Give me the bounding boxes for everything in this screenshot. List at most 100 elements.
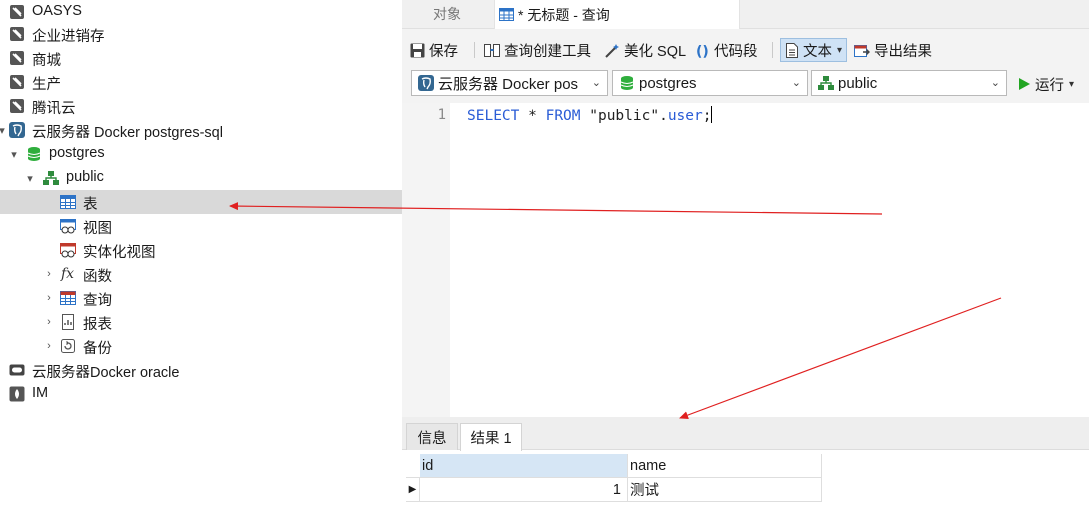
document-icon bbox=[786, 42, 798, 58]
server-icon bbox=[9, 26, 25, 42]
tree-item-mall[interactable]: 商城 bbox=[0, 46, 402, 70]
server-icon bbox=[9, 98, 25, 114]
run-button[interactable]: 运行 ▾ bbox=[1018, 72, 1074, 96]
chevron-right-icon[interactable]: › bbox=[43, 268, 55, 280]
table-cell[interactable]: 1 bbox=[420, 478, 628, 502]
tree-item-label: 实体化视图 bbox=[83, 245, 156, 261]
row-header-corner bbox=[406, 454, 420, 478]
chevron-down-icon: ⌄ bbox=[791, 77, 801, 89]
tree-item-tables[interactable]: 表 bbox=[0, 190, 402, 214]
sql-line[interactable]: SELECT * FROM "public".user; bbox=[467, 106, 713, 124]
chevron-right-icon[interactable]: › bbox=[43, 316, 55, 328]
export-icon bbox=[854, 44, 870, 57]
save-icon bbox=[410, 43, 425, 57]
code-snippet-icon: () bbox=[696, 44, 709, 58]
chevron-right-icon[interactable]: › bbox=[43, 340, 55, 352]
query-builder-button[interactable]: 查询创建工具 bbox=[484, 38, 591, 62]
schema-value: public bbox=[838, 74, 878, 92]
query-icon bbox=[60, 290, 76, 306]
tree-item-label: 备份 bbox=[83, 341, 112, 357]
result-panel: 信息 结果 1 id name ▶ 1 测试 bbox=[402, 417, 1089, 513]
materialized-view-icon bbox=[60, 242, 76, 258]
connection-value: 云服务器 Docker pos bbox=[438, 75, 579, 93]
tree-item-backups[interactable]: › 备份 bbox=[0, 334, 402, 358]
postgres-icon bbox=[9, 122, 25, 138]
schema-select[interactable]: public ⌄ bbox=[811, 70, 1007, 96]
play-icon bbox=[1019, 78, 1030, 90]
tab-untitled-query[interactable]: * 无标题 - 查询 bbox=[494, 0, 740, 29]
connection-select[interactable]: 云服务器 Docker pos ⌄ bbox=[411, 70, 608, 96]
tree-item-queries[interactable]: › 查询 bbox=[0, 286, 402, 310]
export-result-button[interactable]: 导出结果 bbox=[854, 38, 932, 62]
tree-item-label: 视图 bbox=[83, 221, 112, 237]
tab-objects[interactable]: 对象 bbox=[402, 0, 492, 28]
chevron-down-icon[interactable]: ▾ bbox=[8, 148, 20, 161]
tab-label: 结果 1 bbox=[470, 431, 512, 447]
server-icon bbox=[9, 50, 25, 66]
tree-item-tencent-cloud[interactable]: 腾讯云 bbox=[0, 94, 402, 118]
tree-item-functions[interactable]: › fx 函数 bbox=[0, 262, 402, 286]
function-icon: fx bbox=[60, 264, 76, 282]
chevron-right-icon[interactable]: › bbox=[43, 292, 55, 304]
query-builder-icon bbox=[484, 43, 500, 57]
chevron-down-icon: ⌄ bbox=[591, 77, 601, 89]
sql-identifier: user bbox=[667, 108, 703, 124]
sql-text: "public". bbox=[580, 108, 668, 124]
export-result-label: 导出结果 bbox=[874, 43, 932, 60]
tree-item-database-postgres[interactable]: ▾ postgres bbox=[0, 142, 402, 166]
query-builder-label: 查询创建工具 bbox=[504, 43, 591, 60]
sql-text: ; bbox=[702, 108, 712, 124]
save-label: 保存 bbox=[429, 43, 458, 60]
code-snippet-button[interactable]: () 代码段 bbox=[696, 38, 758, 62]
text-output-button[interactable]: 文本 ▾ bbox=[780, 38, 848, 62]
table-cell[interactable]: 测试 bbox=[628, 478, 822, 502]
code-snippet-label: 代码段 bbox=[714, 43, 758, 60]
database-select[interactable]: postgres ⌄ bbox=[612, 70, 808, 96]
tree-item-label: 云服务器 Docker postgres-sql bbox=[32, 125, 223, 141]
tree-item-erp[interactable]: 企业进销存 bbox=[0, 22, 402, 46]
oracle-icon bbox=[9, 362, 25, 378]
tree-item-label: 企业进销存 bbox=[32, 29, 105, 45]
column-header-name[interactable]: name bbox=[628, 454, 822, 478]
line-number-gutter: 1 bbox=[402, 103, 450, 417]
tree-item-materialized-views[interactable]: 实体化视图 bbox=[0, 238, 402, 262]
tree-item-oasys[interactable]: OASYS bbox=[0, 0, 402, 24]
chevron-down-icon[interactable]: ▾ bbox=[24, 172, 36, 185]
toolbar-divider bbox=[474, 42, 475, 58]
column-header-id[interactable]: id bbox=[420, 454, 628, 478]
tree-item-label: OASYS bbox=[32, 3, 82, 19]
tree-item-docker-oracle[interactable]: 云服务器Docker oracle bbox=[0, 358, 402, 382]
beautify-sql-button[interactable]: 美化 SQL bbox=[604, 38, 686, 62]
tree-item-im[interactable]: IM bbox=[0, 382, 402, 406]
tree-item-label: 腾讯云 bbox=[32, 101, 76, 117]
database-icon bbox=[26, 146, 42, 162]
result-tab-bar: 信息 结果 1 bbox=[402, 417, 1089, 451]
tree-item-label: 生产 bbox=[32, 77, 61, 93]
cell-value: 测试 bbox=[630, 483, 659, 499]
tab-label: 对象 bbox=[433, 6, 461, 22]
save-button[interactable]: 保存 bbox=[410, 38, 458, 62]
tree-item-docker-postgres[interactable]: ▾ 云服务器 Docker postgres-sql bbox=[0, 118, 402, 142]
chevron-down-icon[interactable]: ▾ bbox=[0, 124, 8, 137]
dropdown-arrow-icon[interactable]: ▾ bbox=[837, 45, 842, 56]
run-label: 运行 bbox=[1035, 77, 1064, 94]
tree-item-reports[interactable]: › 报表 bbox=[0, 310, 402, 334]
svg-text:fx: fx bbox=[60, 266, 74, 282]
dropdown-arrow-icon[interactable]: ▾ bbox=[1069, 79, 1074, 90]
schema-icon bbox=[818, 76, 834, 90]
query-toolbar: 保存 查询创建工具 美化 SQL () 代码段 文本 ▾ 导出结果 bbox=[402, 34, 1089, 64]
current-row-indicator-icon[interactable]: ▶ bbox=[406, 478, 420, 502]
tree-item-schema-public[interactable]: ▾ public bbox=[0, 166, 402, 190]
tree-item-views[interactable]: 视图 bbox=[0, 214, 402, 238]
tab-result-1[interactable]: 结果 1 bbox=[460, 423, 522, 451]
sql-editor[interactable]: 1 SELECT * FROM "public".user; bbox=[402, 103, 1089, 417]
tab-info[interactable]: 信息 bbox=[406, 423, 458, 450]
toolbar-divider bbox=[772, 42, 773, 58]
postgres-icon bbox=[418, 75, 434, 91]
tree-item-label: 查询 bbox=[83, 293, 112, 309]
database-value: postgres bbox=[639, 74, 697, 92]
sql-keyword: FROM bbox=[545, 108, 581, 124]
tree-item-production[interactable]: 生产 bbox=[0, 70, 402, 94]
navigation-tree: OASYS 企业进销存 商城 生产 腾讯云 ▾ 云服务器 Docker post… bbox=[0, 0, 402, 513]
tree-item-label: 表 bbox=[83, 197, 98, 213]
